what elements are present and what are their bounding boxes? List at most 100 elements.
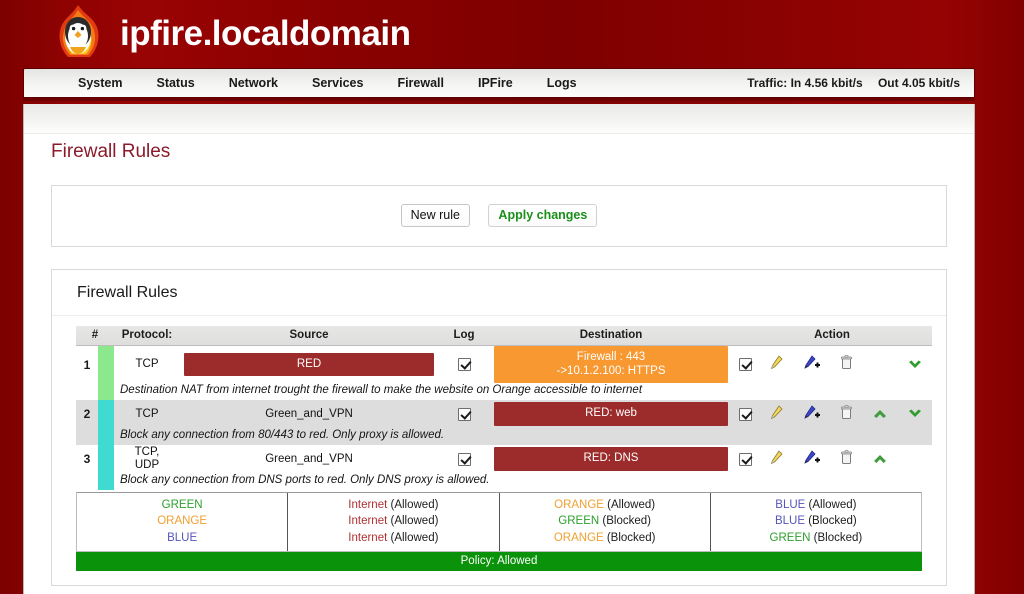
nav-item-logs[interactable]: Logs xyxy=(530,76,594,90)
legend-state: (Blocked) xyxy=(599,515,651,528)
legend-line: ORANGE (Blocked) xyxy=(500,530,710,546)
rule-protocol: TCP, UDP xyxy=(114,445,180,474)
nav-item-network[interactable]: Network xyxy=(212,76,295,90)
legend-column-blue-green: BLUE (Allowed) BLUE (Blocked) GREEN (Blo… xyxy=(711,493,921,551)
rule-destination-cell: RED: web xyxy=(490,400,732,429)
nav-item-firewall[interactable]: Firewall xyxy=(380,76,461,90)
chevron-up-icon[interactable] xyxy=(872,451,888,467)
rule-destination-line2: ->10.1.2.100: HTTPS xyxy=(556,364,666,377)
chevron-down-icon[interactable] xyxy=(907,357,923,373)
checkbox-checked-icon[interactable] xyxy=(457,452,471,466)
rule-protocol-line2: UDP xyxy=(134,459,160,472)
traffic-in-label: Traffic: In 4.56 kbit/s xyxy=(747,76,863,90)
column-header-action: Action xyxy=(732,326,932,346)
trash-icon[interactable] xyxy=(840,355,853,374)
rule-comment-row: Block any connection from 80/443 to red.… xyxy=(76,428,932,446)
legend-zone: ORANGE xyxy=(157,515,208,528)
rule-source: Green_and_VPN xyxy=(180,445,438,474)
rule-comment-row: Destination NAT from internet trought th… xyxy=(76,383,932,401)
legend-state: (Allowed) xyxy=(387,499,439,512)
column-header-log: Log xyxy=(438,326,490,346)
checkbox-checked-icon[interactable] xyxy=(738,452,752,466)
checkbox-checked-icon[interactable] xyxy=(457,407,471,421)
trash-icon[interactable] xyxy=(840,404,853,424)
legend-line: BLUE (Allowed) xyxy=(711,497,921,513)
rule-destination-line1: Firewall : 443 xyxy=(576,351,646,363)
table-row[interactable]: 2 TCP Green_and_VPN RED: web xyxy=(76,400,932,429)
zone-policy-legend: GREEN ORANGE BLUE Internet (Allowed) Int… xyxy=(76,492,922,553)
rule-comment: Block any connection from 80/443 to red.… xyxy=(114,428,932,446)
page-title: Firewall Rules xyxy=(51,141,171,162)
nav-menu: System Status Network Services Firewall … xyxy=(24,76,594,90)
traffic-out-label: Out 4.05 kbit/s xyxy=(877,76,960,90)
new-rule-button[interactable]: New rule xyxy=(400,204,470,227)
checkbox-checked-icon[interactable] xyxy=(738,358,752,372)
rule-log-cell xyxy=(438,345,490,384)
rule-source: RED xyxy=(184,352,434,377)
nav-item-services[interactable]: Services xyxy=(295,76,380,90)
apply-changes-button[interactable]: Apply changes xyxy=(488,204,598,227)
firewall-rules-body: # Protocol: Source Log Destination Actio… xyxy=(52,316,946,585)
pen-add-icon[interactable] xyxy=(803,404,821,424)
legend-column-source-zones: GREEN ORANGE BLUE xyxy=(77,493,289,552)
legend-line: BLUE xyxy=(77,530,287,546)
rule-color-bar xyxy=(98,445,114,474)
pen-add-icon[interactable] xyxy=(803,355,821,374)
content-panel: Firewall Rules New rule Apply changes Fi… xyxy=(23,104,975,594)
comment-spacer xyxy=(76,428,98,446)
legend-state: (Blocked) xyxy=(810,531,863,544)
rule-actions-cell xyxy=(732,400,932,429)
legend-zone: BLUE xyxy=(774,515,805,528)
nav-item-ipfire[interactable]: IPFire xyxy=(461,76,530,90)
rule-destination: RED: DNS xyxy=(494,447,728,471)
policy-bar: Policy: Allowed xyxy=(76,552,922,572)
nav-item-system[interactable]: System xyxy=(61,76,139,90)
comment-spacer xyxy=(76,383,98,401)
toolbar-box: New rule Apply changes xyxy=(51,185,947,247)
firewall-rules-section-title: Firewall Rules xyxy=(52,270,946,316)
pen-add-icon[interactable] xyxy=(803,449,821,469)
panel-top-strip xyxy=(24,104,974,134)
pencil-edit-icon[interactable] xyxy=(769,405,784,424)
hostname-title: ipfire.localdomain xyxy=(120,14,411,53)
toolbar-actions: New rule Apply changes xyxy=(52,186,946,246)
legend-line: ORANGE xyxy=(77,513,287,529)
rule-source-cell: RED xyxy=(180,345,438,384)
legend-column-internet: Internet (Allowed) Internet (Allowed) In… xyxy=(288,493,500,552)
rule-actions-cell xyxy=(732,445,932,474)
rule-color-bar xyxy=(98,473,114,491)
legend-line: GREEN (Blocked) xyxy=(500,513,710,529)
legend-state: (Blocked) xyxy=(603,531,656,544)
page-header: ipfire.localdomain xyxy=(0,0,1024,68)
legend-line: GREEN (Blocked) xyxy=(711,530,921,546)
legend-line: Internet (Allowed) xyxy=(288,530,498,546)
legend-zone: GREEN xyxy=(558,515,600,528)
rule-actions-cell xyxy=(732,345,932,384)
pencil-edit-icon[interactable] xyxy=(769,450,784,469)
table-row[interactable]: 1 TCP RED Firewall : 443 ->10.1.2.100: H… xyxy=(76,345,932,384)
rule-comment: Block any connection from DNS ports to r… xyxy=(114,473,932,491)
rule-color-bar xyxy=(98,428,114,446)
checkbox-checked-icon[interactable] xyxy=(457,358,471,372)
legend-column-orange-green: ORANGE (Allowed) GREEN (Blocked) ORANGE … xyxy=(500,493,711,552)
chevron-down-icon[interactable] xyxy=(907,406,923,422)
nav-item-status[interactable]: Status xyxy=(139,76,211,90)
rule-comment: Destination NAT from internet trought th… xyxy=(114,383,932,401)
pencil-edit-icon[interactable] xyxy=(769,355,784,374)
table-row[interactable]: 3 TCP, UDP Green_and_VPN RED: DNS xyxy=(76,445,932,474)
legend-zone: ORANGE xyxy=(553,531,604,544)
rule-destination-cell: Firewall : 443 ->10.1.2.100: HTTPS xyxy=(490,345,732,384)
rule-log-cell xyxy=(438,445,490,474)
legend-zone: BLUE xyxy=(167,531,198,544)
rule-source: Green_and_VPN xyxy=(180,400,438,429)
checkbox-checked-icon[interactable] xyxy=(738,407,752,421)
chevron-up-icon[interactable] xyxy=(872,406,888,422)
comment-spacer xyxy=(76,473,98,491)
firewall-rules-table: # Protocol: Source Log Destination Actio… xyxy=(76,326,932,491)
column-header-protocol: Protocol: xyxy=(114,326,180,346)
rule-protocol-line1: TCP, xyxy=(134,445,160,458)
rule-comment-row: Block any connection from DNS ports to r… xyxy=(76,473,932,491)
trash-icon[interactable] xyxy=(840,449,853,469)
column-header-number: # xyxy=(76,326,114,346)
rule-color-bar xyxy=(98,400,114,429)
